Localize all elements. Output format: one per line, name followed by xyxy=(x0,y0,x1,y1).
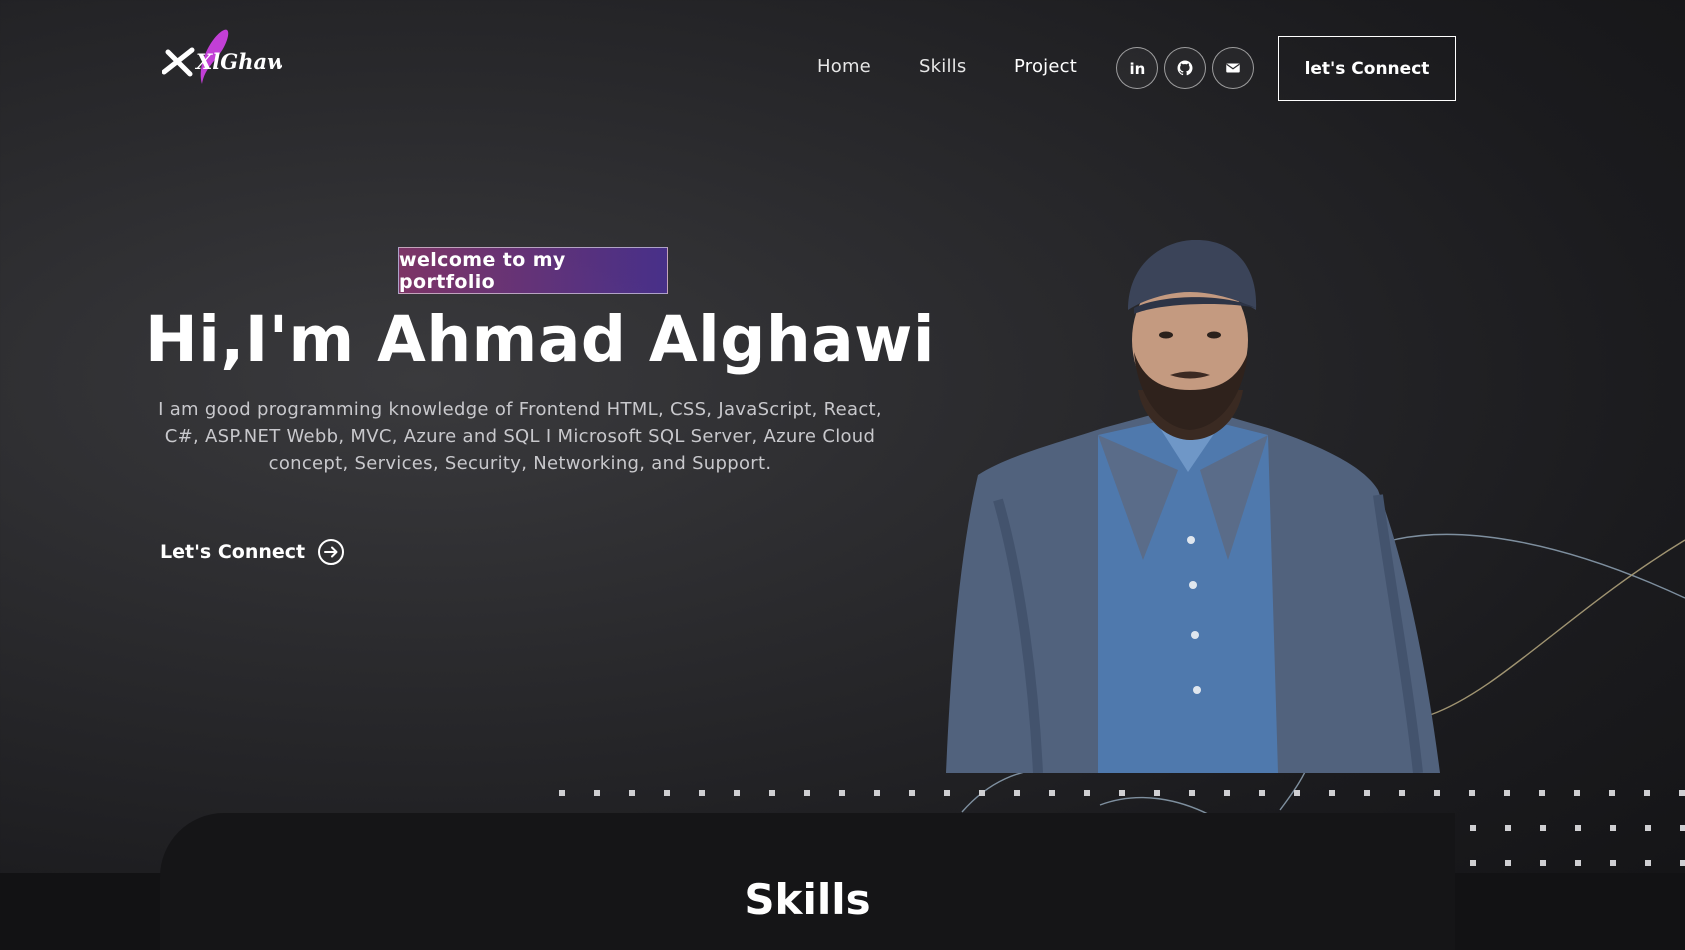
decor-dot xyxy=(664,790,670,796)
decor-dot xyxy=(1540,860,1546,866)
decor-dot xyxy=(699,790,705,796)
lets-connect-button[interactable]: let's Connect xyxy=(1278,36,1456,101)
decor-dot xyxy=(1540,825,1546,831)
site-logo[interactable]: XlGhawi xyxy=(161,22,293,92)
welcome-tagline: welcome to my portfolio xyxy=(398,247,668,294)
decor-dot xyxy=(1574,790,1580,796)
decor-dot xyxy=(909,790,915,796)
decor-dot xyxy=(874,790,880,796)
decor-dot xyxy=(1469,790,1475,796)
decor-dot xyxy=(1049,790,1055,796)
decor-dot xyxy=(1645,860,1651,866)
decor-dot xyxy=(594,790,600,796)
navbar: XlGhawi Home Skills Project in let's Con… xyxy=(0,0,1685,140)
nav-link-project[interactable]: Project xyxy=(1014,56,1077,77)
decor-dot xyxy=(1610,825,1616,831)
decor-dot xyxy=(1399,790,1405,796)
decor-dot xyxy=(804,790,810,796)
decor-dot xyxy=(1680,825,1685,831)
decor-dot xyxy=(1014,790,1020,796)
nav-link-home[interactable]: Home xyxy=(817,56,871,77)
linkedin-icon[interactable]: in xyxy=(1116,47,1158,89)
decor-dot xyxy=(979,790,985,796)
decor-dot xyxy=(734,790,740,796)
hero-description: I am good programming knowledge of Front… xyxy=(158,399,882,474)
decor-dot xyxy=(1539,790,1545,796)
decor-dot xyxy=(1434,790,1440,796)
decor-dot xyxy=(1119,790,1125,796)
github-icon[interactable] xyxy=(1164,47,1206,89)
skills-heading: Skills xyxy=(744,875,871,924)
svg-text:in: in xyxy=(1130,60,1146,77)
hero-connect-link[interactable]: Let's Connect xyxy=(160,539,345,565)
decor-dot xyxy=(1224,790,1230,796)
svg-text:XlGhawi: XlGhawi xyxy=(194,49,282,74)
decor-dot xyxy=(1505,860,1511,866)
profile-portrait xyxy=(946,240,1440,773)
decor-dot xyxy=(944,790,950,796)
decor-dot xyxy=(1575,860,1581,866)
mail-icon[interactable] xyxy=(1212,47,1254,89)
decor-dot xyxy=(1609,790,1615,796)
decor-dot xyxy=(1189,790,1195,796)
decor-dot xyxy=(1610,860,1616,866)
decor-dot xyxy=(1680,860,1685,866)
decor-dot xyxy=(629,790,635,796)
decor-dot xyxy=(769,790,775,796)
arrow-right-circle-icon xyxy=(318,539,345,565)
decor-dot xyxy=(1645,825,1651,831)
hero-title: Hi,I'm Ahmad Alghawi xyxy=(145,303,935,376)
decor-dot xyxy=(1364,790,1370,796)
decor-dot xyxy=(1505,825,1511,831)
decor-dot xyxy=(1470,860,1476,866)
decor-dot xyxy=(559,790,565,796)
decor-dot xyxy=(1575,825,1581,831)
decor-dot xyxy=(1259,790,1265,796)
nav-link-skills[interactable]: Skills xyxy=(919,56,966,77)
decor-dot xyxy=(1084,790,1090,796)
decor-dot xyxy=(839,790,845,796)
decor-dot xyxy=(1504,790,1510,796)
skills-section: Skills xyxy=(160,813,1455,950)
decor-dot xyxy=(1679,790,1685,796)
decor-dot xyxy=(1154,790,1160,796)
decor-dot xyxy=(1644,790,1650,796)
hero-connect-label: Let's Connect xyxy=(160,541,306,563)
decor-dot xyxy=(1329,790,1335,796)
decor-dot xyxy=(1470,825,1476,831)
decor-dot xyxy=(1294,790,1300,796)
